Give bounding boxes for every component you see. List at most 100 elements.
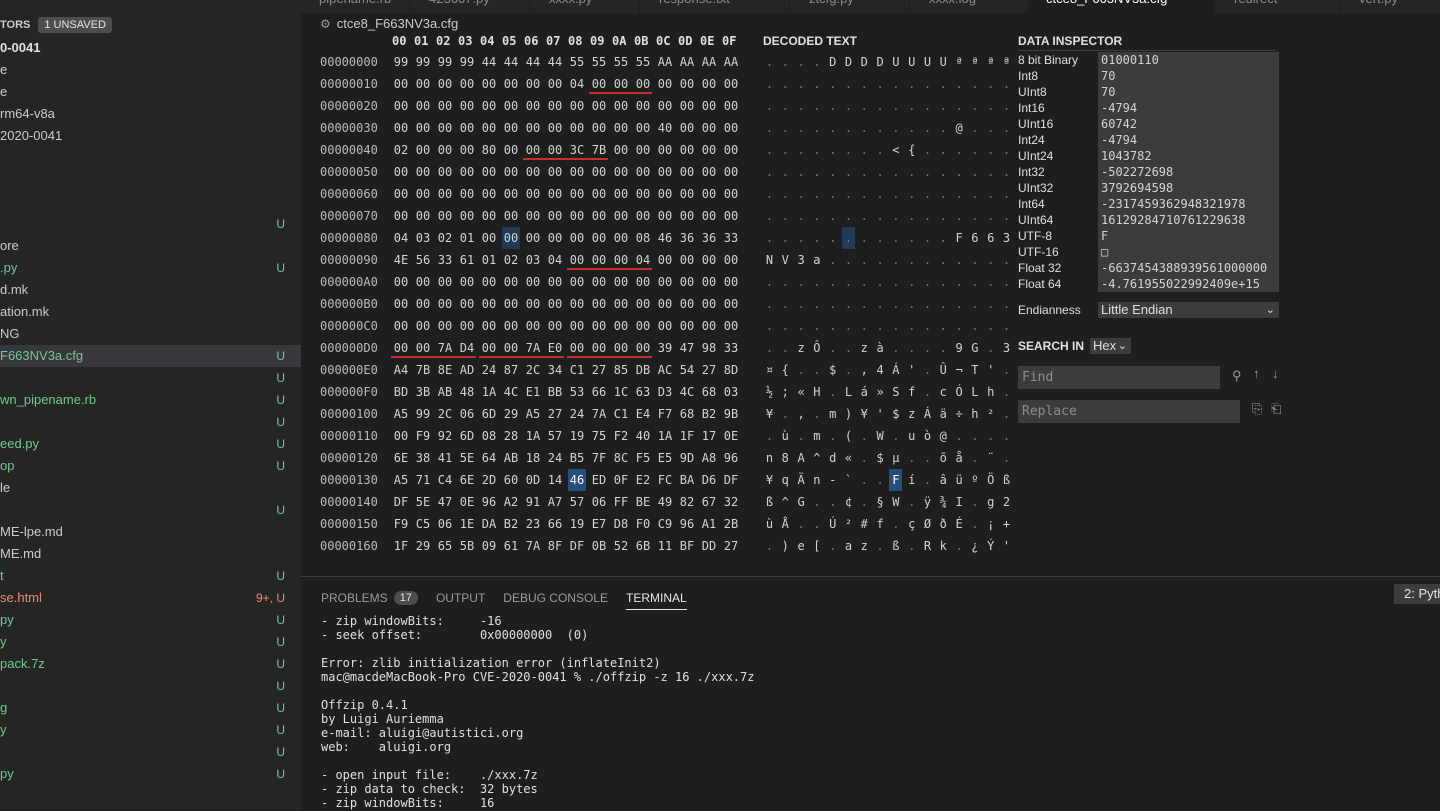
hex-byte[interactable]: 00 (634, 315, 652, 337)
editor-tab[interactable]: ztcfg.py (791, 0, 910, 13)
endianness-select[interactable]: Little Endian ⌄ (1098, 302, 1279, 318)
hex-byte[interactable]: 06 (436, 513, 454, 535)
hex-byte[interactable]: 38 (414, 447, 432, 469)
hex-byte[interactable]: 6D (458, 425, 476, 447)
decoded-char[interactable]: . (810, 139, 823, 161)
file-item[interactable]: d.mk (0, 279, 301, 301)
decoded-char[interactable]: 2 (1000, 491, 1013, 513)
decoded-char[interactable]: . (826, 381, 839, 403)
decoded-char[interactable]: . (826, 293, 839, 315)
decoded-char[interactable]: . (874, 469, 887, 491)
hex-byte[interactable]: 00 (634, 95, 652, 117)
hex-byte[interactable]: 06 (590, 491, 608, 513)
decoded-char[interactable]: a (842, 535, 855, 557)
replace-icon[interactable]: ⎘ (1252, 401, 1262, 417)
hex-byte[interactable]: 00 (722, 271, 740, 293)
inspector-value[interactable]: 1043782 (1098, 148, 1279, 164)
hex-byte[interactable]: F7 (656, 403, 674, 425)
decoded-char[interactable]: T (968, 359, 981, 381)
decoded-char[interactable]: . (937, 293, 950, 315)
decoded-char[interactable]: z (795, 337, 808, 359)
hex-byte[interactable]: 00 (458, 73, 476, 95)
hex-byte[interactable]: 66 (590, 381, 608, 403)
hex-byte[interactable]: 00 (392, 293, 410, 315)
hex-byte[interactable]: 00 (546, 271, 564, 293)
hex-byte[interactable]: 44 (524, 51, 542, 73)
decoded-char[interactable]: . (921, 139, 934, 161)
panel-tab[interactable]: OUTPUT (436, 587, 485, 609)
decoded-char[interactable]: e (795, 535, 808, 557)
hex-byte[interactable]: DF (722, 469, 740, 491)
decoded-char[interactable]: + (1000, 513, 1013, 535)
decoded-char[interactable]: . (763, 51, 776, 73)
panel-tab[interactable]: DEBUG CONSOLE (503, 587, 608, 609)
decoded-char[interactable]: õ (937, 447, 950, 469)
hex-byte[interactable]: 00 (612, 205, 630, 227)
hex-byte[interactable]: 00 (546, 161, 564, 183)
decoded-char[interactable]: 3 (795, 249, 808, 271)
hex-byte[interactable]: 00 (700, 73, 718, 95)
hex-byte[interactable]: 9B (722, 403, 740, 425)
hex-byte[interactable]: 00 (612, 183, 630, 205)
hex-byte[interactable]: A1 (700, 513, 718, 535)
hex-byte[interactable]: 48 (458, 381, 476, 403)
decoded-char[interactable]: A (795, 447, 808, 469)
decoded-char[interactable]: ç (905, 513, 918, 535)
hex-byte[interactable]: 00 (634, 205, 652, 227)
decoded-char[interactable]: . (874, 315, 887, 337)
decoded-char[interactable]: . (779, 337, 792, 359)
decoded-char[interactable]: . (1000, 95, 1013, 117)
decoded-char[interactable]: Ó (953, 381, 966, 403)
decoded-char[interactable]: . (905, 161, 918, 183)
decoded-char[interactable]: . (1000, 359, 1013, 381)
decoded-char[interactable]: . (953, 73, 966, 95)
decoded-char[interactable]: . (795, 95, 808, 117)
decoded-char[interactable]: . (779, 117, 792, 139)
hex-byte[interactable]: C5 (414, 513, 432, 535)
hex-byte[interactable]: 9D (678, 447, 696, 469)
hex-byte[interactable]: 00 (392, 95, 410, 117)
decoded-char[interactable]: . (984, 337, 997, 359)
decoded-char[interactable]: . (905, 205, 918, 227)
decoded-char[interactable]: . (858, 491, 871, 513)
hex-byte[interactable]: 00 (480, 227, 498, 249)
search-mode-select[interactable]: Hex ⌄ (1090, 338, 1132, 354)
hex-byte[interactable]: D3 (656, 381, 674, 403)
hex-byte[interactable]: 00 (502, 315, 520, 337)
decoded-char[interactable]: . (968, 271, 981, 293)
hex-byte[interactable]: 00 (524, 183, 542, 205)
decoded-char[interactable]: . (905, 117, 918, 139)
hex-byte[interactable]: 80 (480, 139, 498, 161)
decoded-char[interactable]: . (826, 139, 839, 161)
decoded-char[interactable]: . (937, 315, 950, 337)
hex-byte[interactable]: 01 (458, 227, 476, 249)
decoded-char[interactable]: . (874, 249, 887, 271)
hex-byte[interactable]: 00 (568, 315, 586, 337)
decoded-char[interactable]: . (826, 271, 839, 293)
decoded-char[interactable]: . (779, 403, 792, 425)
hex-byte[interactable]: 00 (656, 95, 674, 117)
decoded-char[interactable]: U (921, 51, 934, 73)
decoded-char[interactable]: ² (984, 403, 997, 425)
file-item[interactable]: F663NV3a.cfg U (0, 345, 301, 367)
hex-byte[interactable]: 00 (700, 161, 718, 183)
hex-byte[interactable]: 00 (502, 205, 520, 227)
decoded-char[interactable]: . (984, 161, 997, 183)
hex-byte[interactable]: 00 (722, 205, 740, 227)
decoded-char[interactable]: . (810, 95, 823, 117)
decoded-char[interactable]: « (842, 447, 855, 469)
decoded-char[interactable]: . (810, 359, 823, 381)
file-item[interactable]: op U (0, 455, 301, 477)
hex-byte[interactable]: 00 (392, 73, 410, 95)
hex-byte[interactable]: E2 (634, 469, 652, 491)
decoded-char[interactable]: . (953, 535, 966, 557)
decoded-char[interactable]: ¥ (858, 403, 871, 425)
hex-byte[interactable]: 00 (524, 73, 542, 95)
editor-tab[interactable]: pipename.rb (301, 0, 410, 13)
decoded-char[interactable]: . (826, 227, 839, 249)
hex-byte[interactable]: 8E (436, 359, 454, 381)
decoded-char[interactable]: Ä (795, 469, 808, 491)
hex-byte[interactable]: 03 (722, 381, 740, 403)
decoded-char[interactable]: Ý (984, 535, 997, 557)
decoded-char[interactable]: . (810, 205, 823, 227)
